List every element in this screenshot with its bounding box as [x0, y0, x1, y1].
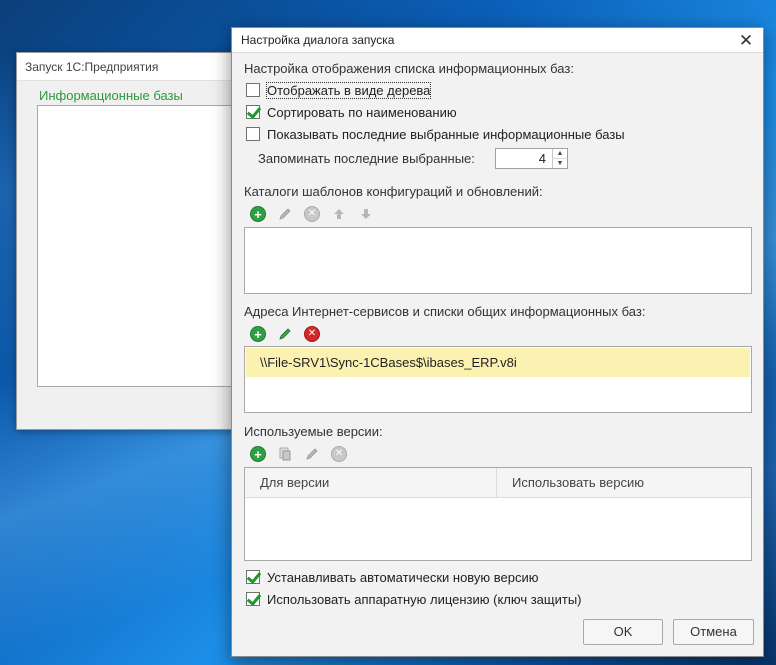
internet-toolbar: + ✕ — [250, 325, 331, 343]
templates-list[interactable] — [244, 227, 752, 294]
pencil-icon[interactable] — [277, 326, 293, 342]
delete-circle-icon[interactable]: ✕ — [304, 326, 320, 342]
list-item[interactable]: \\File-SRV1\Sync-1CBases$\ibases_ERP.v8i — [246, 348, 750, 377]
copy-icon[interactable] — [277, 446, 293, 462]
auto-install-option[interactable]: Устанавливать автоматически новую версию — [246, 567, 539, 587]
cancel-button[interactable]: Отмена — [673, 619, 754, 645]
launch-dialog-settings: Настройка диалога запуска ✕ Настройка от… — [231, 27, 764, 657]
sort-by-name-label: Сортировать по наименованию — [267, 104, 457, 120]
dialog-title: Настройка диалога запуска — [241, 33, 395, 47]
internet-section-label: Адреса Интернет-сервисов и списки общих … — [244, 304, 646, 319]
close-icon[interactable]: ✕ — [735, 28, 757, 52]
delete-circle-icon[interactable]: ✕ — [331, 446, 347, 462]
delete-circle-icon[interactable]: ✕ — [304, 206, 320, 222]
add-circle-icon[interactable]: + — [250, 206, 266, 222]
hardware-license-label: Использовать аппаратную лицензию (ключ з… — [267, 591, 582, 607]
arrow-down-icon[interactable] — [358, 206, 374, 222]
pencil-icon[interactable] — [304, 446, 320, 462]
arrow-up-icon[interactable] — [331, 206, 347, 222]
templates-toolbar: + ✕ — [250, 205, 385, 223]
show-recent-option[interactable]: Показывать последние выбранные информаци… — [246, 124, 625, 144]
versions-toolbar: + ✕ — [250, 445, 358, 463]
tree-view-checkbox[interactable] — [246, 83, 260, 97]
ok-button[interactable]: OK — [583, 619, 663, 645]
dialog-title-bar: Настройка диалога запуска ✕ — [232, 28, 763, 53]
sort-by-name-option[interactable]: Сортировать по наименованию — [246, 102, 457, 122]
show-recent-checkbox[interactable] — [246, 127, 260, 141]
sort-by-name-checkbox[interactable] — [246, 105, 260, 119]
templates-section-label: Каталоги шаблонов конфигураций и обновле… — [244, 184, 543, 199]
stepper-arrows: ▲ ▼ — [552, 149, 567, 168]
stepper-up-icon[interactable]: ▲ — [553, 149, 567, 158]
add-circle-icon[interactable]: + — [250, 326, 266, 342]
infobases-list[interactable] — [37, 105, 243, 387]
column-header-use-version[interactable]: Использовать версию — [497, 468, 644, 497]
launcher-window-title: Запуск 1С:Предприятия — [17, 53, 245, 81]
pencil-icon[interactable] — [277, 206, 293, 222]
hardware-license-option[interactable]: Использовать аппаратную лицензию (ключ з… — [246, 589, 582, 609]
stepper-down-icon[interactable]: ▼ — [553, 158, 567, 168]
infobases-label: Информационные базы — [39, 88, 183, 103]
tree-view-label: Отображать в виде дерева — [265, 81, 432, 99]
remember-recent-label: Запоминать последние выбранные: — [258, 151, 475, 166]
remember-recent-value[interactable]: 4 — [496, 149, 552, 168]
versions-table-header: Для версии Использовать версию — [245, 468, 751, 498]
tree-view-option[interactable]: Отображать в виде дерева — [246, 80, 432, 100]
hardware-license-checkbox[interactable] — [246, 592, 260, 606]
column-header-for-version[interactable]: Для версии — [245, 468, 497, 497]
versions-section-label: Используемые версии: — [244, 424, 383, 439]
show-recent-label: Показывать последние выбранные информаци… — [267, 126, 625, 142]
versions-table[interactable]: Для версии Использовать версию — [244, 467, 752, 561]
remember-recent-stepper[interactable]: 4 ▲ ▼ — [495, 148, 568, 169]
launcher-window: Запуск 1С:Предприятия Информационные баз… — [16, 52, 246, 430]
internet-services-list[interactable]: \\File-SRV1\Sync-1CBases$\ibases_ERP.v8i — [244, 346, 752, 413]
display-section-label: Настройка отображения списка информацион… — [244, 61, 574, 76]
auto-install-checkbox[interactable] — [246, 570, 260, 584]
add-circle-icon[interactable]: + — [250, 446, 266, 462]
auto-install-label: Устанавливать автоматически новую версию — [267, 569, 539, 585]
